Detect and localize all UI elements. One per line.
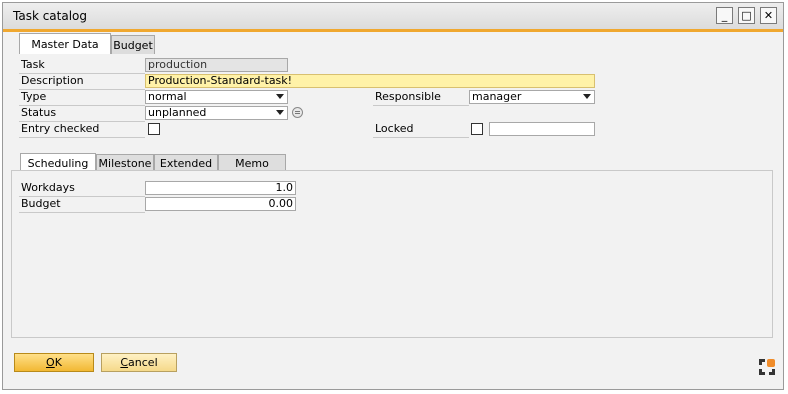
close-glyph: ✕	[763, 9, 774, 22]
entry-checked-label: Entry checked	[19, 122, 145, 138]
type-label: Type	[19, 90, 145, 106]
status-label: Status	[19, 106, 145, 122]
locked-label: Locked	[373, 122, 469, 138]
description-label: Description	[19, 74, 145, 90]
locked-checkbox[interactable]	[471, 123, 483, 135]
tab-master-data[interactable]: Master Data	[19, 33, 111, 54]
tab-memo[interactable]: Memo	[218, 154, 286, 171]
tab-budget[interactable]: Budget	[111, 35, 155, 54]
app-logo-icon	[759, 359, 775, 375]
cancel-mnemonic: C	[120, 356, 129, 369]
task-field: production	[145, 58, 288, 72]
maximize-glyph: □	[741, 9, 752, 22]
responsible-select[interactable]: manager	[469, 90, 595, 104]
tab-memo-label: Memo	[235, 156, 269, 170]
type-select[interactable]: normal	[145, 90, 288, 104]
budget-label: Budget	[19, 197, 145, 213]
ok-rest: K	[54, 356, 62, 369]
cancel-button[interactable]: Cancel	[101, 353, 177, 372]
type-value: normal	[148, 90, 187, 103]
chevron-down-icon[interactable]	[276, 94, 284, 99]
tab-extended-label: Extended	[159, 156, 213, 170]
tab-milestone[interactable]: Milestone	[96, 154, 154, 171]
responsible-label: Responsible	[373, 90, 469, 106]
minimize-icon[interactable]: _	[716, 7, 733, 24]
status-value: unplanned	[148, 106, 207, 119]
close-icon[interactable]: ✕	[760, 7, 777, 24]
description-field[interactable]: Production-Standard-task!	[145, 74, 595, 88]
tab-budget-label: Budget	[113, 38, 153, 52]
status-select[interactable]: unplanned	[145, 106, 288, 120]
task-catalog-window: Task catalog _ □ ✕ Master Data Budget Ta…	[2, 2, 784, 390]
minimize-glyph: _	[721, 9, 728, 22]
maximize-icon[interactable]: □	[738, 7, 755, 24]
window-title: Task catalog	[13, 9, 88, 23]
tab-scheduling-label: Scheduling	[27, 156, 89, 170]
tab-master-data-label: Master Data	[31, 37, 99, 51]
ok-button[interactable]: OK	[14, 353, 94, 372]
task-label: Task	[19, 58, 145, 74]
chevron-down-icon[interactable]	[276, 110, 284, 115]
locked-text-field[interactable]	[489, 122, 595, 136]
tab-extended[interactable]: Extended	[154, 154, 218, 171]
workdays-label: Workdays	[19, 181, 145, 197]
tab-milestone-label: Milestone	[98, 156, 152, 170]
budget-field[interactable]: 0.00	[145, 197, 296, 211]
responsible-value: manager	[472, 90, 522, 103]
status-info-icon[interactable]	[292, 107, 303, 118]
entry-checked-checkbox[interactable]	[148, 123, 160, 135]
cancel-rest: ancel	[128, 356, 158, 369]
title-bar[interactable]: Task catalog _ □ ✕	[3, 3, 783, 32]
chevron-down-icon[interactable]	[583, 94, 591, 99]
workdays-field[interactable]: 1.0	[145, 181, 296, 195]
ok-mnemonic: O	[46, 356, 55, 369]
